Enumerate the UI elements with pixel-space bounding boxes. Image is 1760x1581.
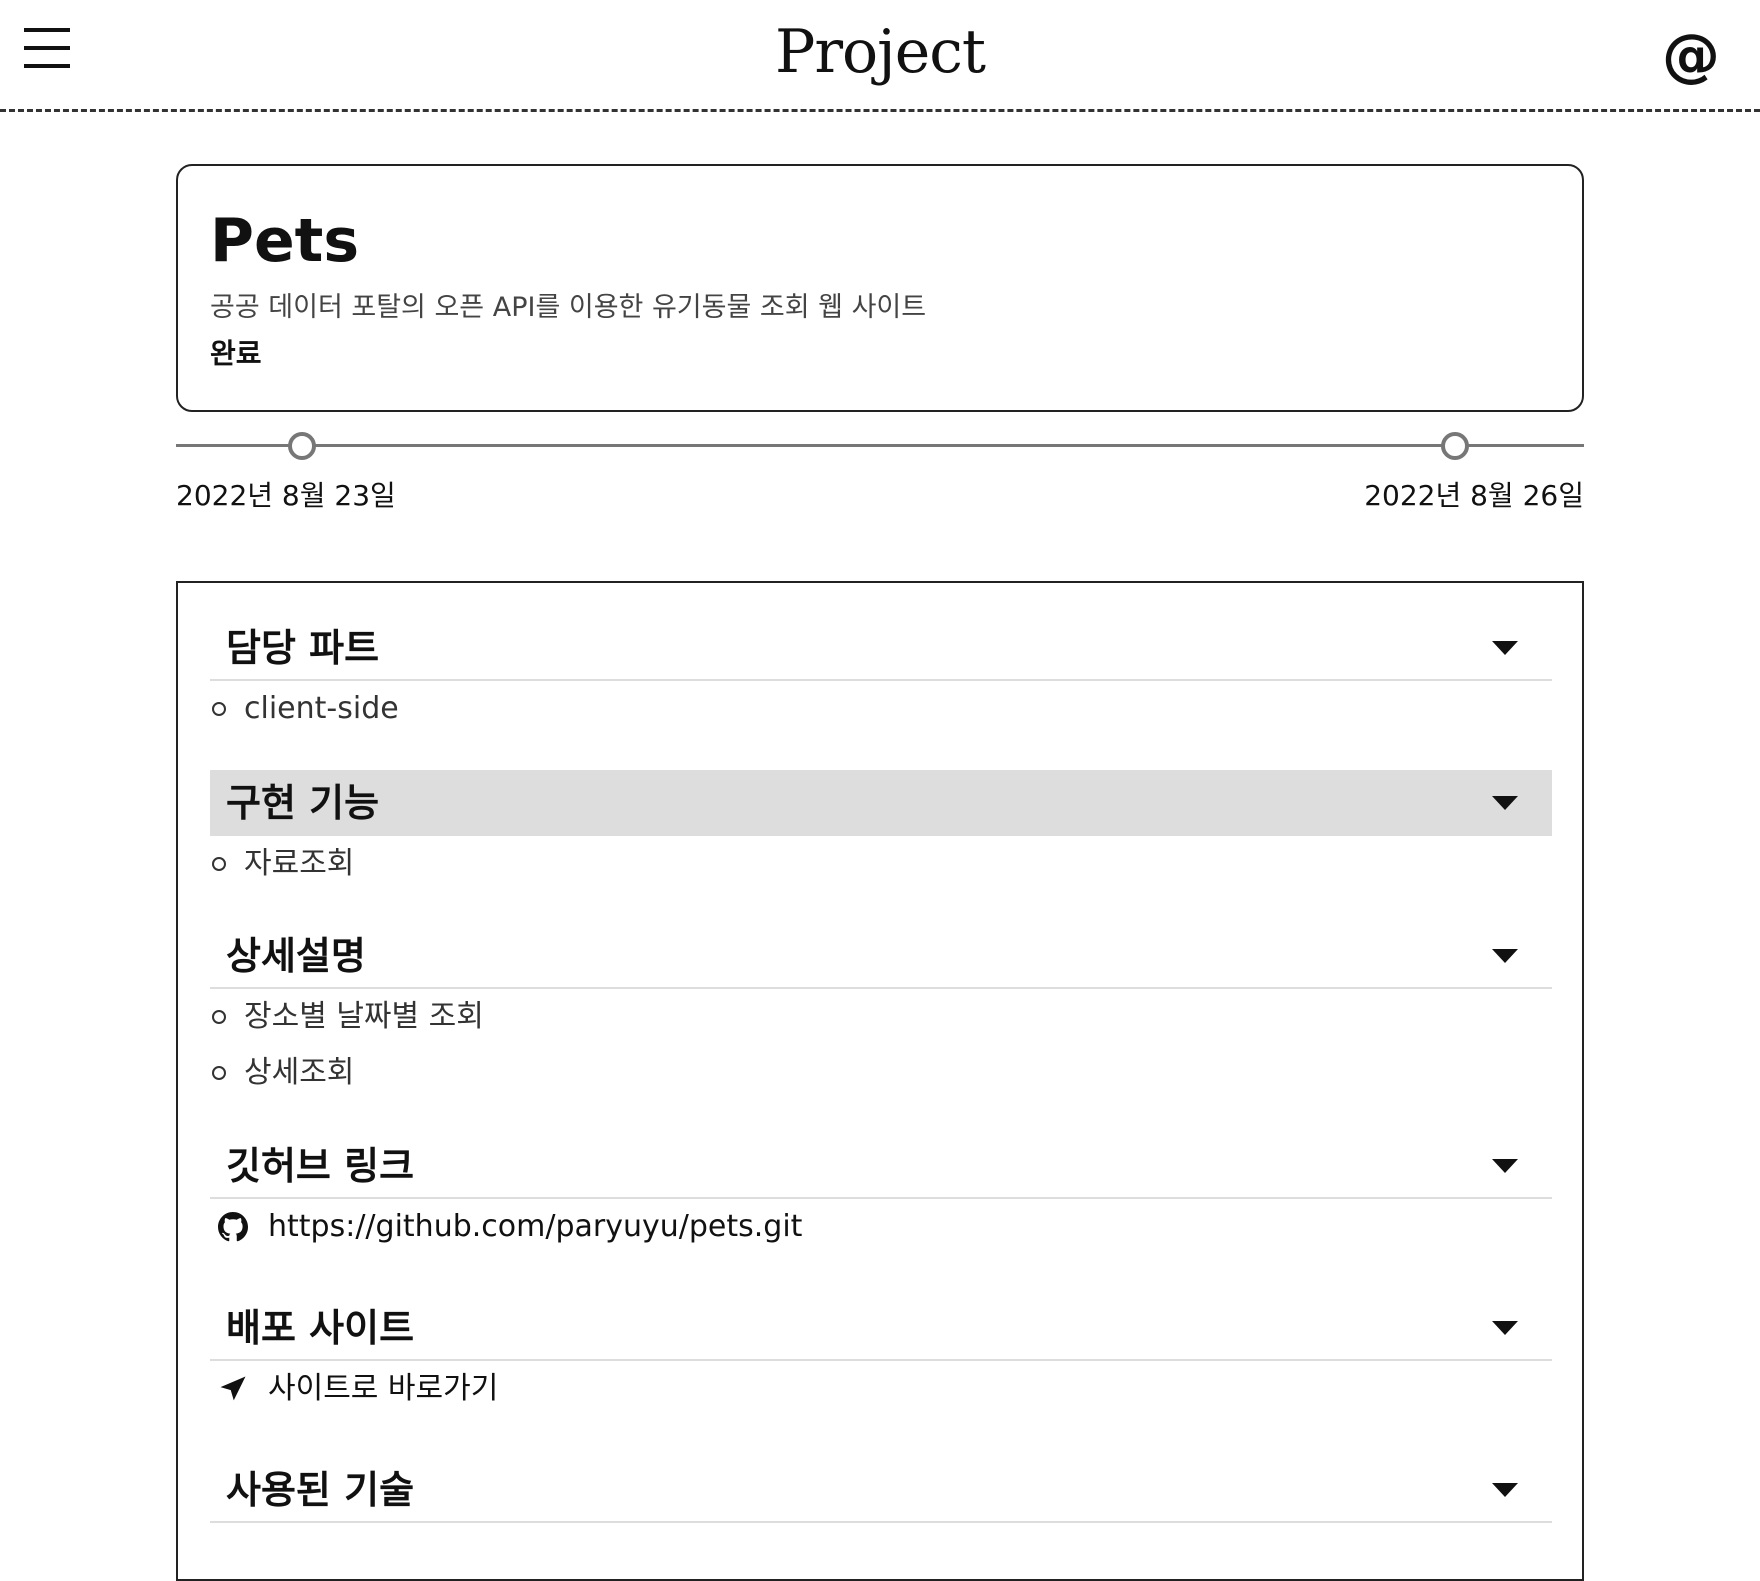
caret-down-icon <box>1492 641 1518 655</box>
section-details-title: 상세설명 <box>226 934 366 978</box>
section-deploy-title: 배포 사이트 <box>226 1306 415 1350</box>
github-icon <box>218 1212 248 1242</box>
timeline-line <box>176 444 1584 447</box>
project-status: 완료 <box>210 337 262 370</box>
section-features-header[interactable]: 구현 기능 <box>210 770 1552 836</box>
deploy-link-text[interactable]: 사이트로 바로가기 <box>268 1369 498 1409</box>
section-part-title: 담당 파트 <box>226 626 380 670</box>
section-deploy: 배포 사이트 사이트로 바로가기 <box>210 1295 1552 1417</box>
section-features: 구현 기능 자료조회 <box>210 770 1552 892</box>
github-link-text[interactable]: https://github.com/paryuyu/pets.git <box>268 1207 802 1247</box>
circle-bullet-icon <box>212 702 226 716</box>
caret-down-icon <box>1492 796 1518 810</box>
timeline-end-dot <box>1441 432 1469 460</box>
timeline-end-date: 2022년 8월 26일 <box>1364 479 1584 512</box>
section-features-title: 구현 기능 <box>226 781 380 825</box>
contact-at-icon[interactable]: @ <box>1662 20 1720 90</box>
section-github-title: 깃허브 링크 <box>226 1144 415 1188</box>
caret-down-icon <box>1492 1159 1518 1173</box>
timeline-start-dot <box>288 432 316 460</box>
circle-bullet-icon <box>212 857 226 871</box>
section-tech-header[interactable]: 사용된 기술 <box>210 1457 1552 1523</box>
list-item-text: client-side <box>244 691 399 726</box>
list-item-text: 장소별 날짜별 조회 <box>244 999 484 1034</box>
project-description: 공공 데이터 포탈의 오픈 API를 이용한 유기동물 조회 웹 사이트 <box>210 292 927 323</box>
timeline-start-date: 2022년 8월 23일 <box>176 479 396 512</box>
list-item: client-side <box>210 681 1552 737</box>
navigation-arrow-icon <box>220 1376 246 1401</box>
circle-bullet-icon <box>212 1066 226 1080</box>
caret-down-icon <box>1492 949 1518 963</box>
circle-bullet-icon <box>212 1010 226 1024</box>
list-item-text: 상세조회 <box>244 1055 355 1090</box>
list-item: 자료조회 <box>210 836 1552 892</box>
list-item-text: 자료조회 <box>244 846 355 881</box>
section-part: 담당 파트 client-side <box>210 615 1552 737</box>
github-link-item[interactable]: https://github.com/paryuyu/pets.git <box>210 1199 1552 1255</box>
caret-down-icon <box>1492 1483 1518 1497</box>
section-github-header[interactable]: 깃허브 링크 <box>210 1133 1552 1199</box>
section-deploy-header[interactable]: 배포 사이트 <box>210 1295 1552 1361</box>
project-title: Pets <box>210 206 360 276</box>
project-details-panel: 담당 파트 client-side 구현 기능 자료조회 상세설명 장소별 날짜… <box>176 581 1584 1581</box>
section-tech: 사용된 기술 <box>210 1457 1552 1523</box>
brand-title: Project <box>774 17 986 87</box>
deploy-link-item[interactable]: 사이트로 바로가기 <box>210 1361 1552 1417</box>
section-part-header[interactable]: 담당 파트 <box>210 615 1552 681</box>
list-item: 장소별 날짜별 조회 <box>210 989 1552 1045</box>
section-details-header[interactable]: 상세설명 <box>210 923 1552 989</box>
section-github: 깃허브 링크 https://github.com/paryuyu/pets.g… <box>210 1133 1552 1255</box>
section-tech-title: 사용된 기술 <box>226 1468 415 1512</box>
project-summary-card: Pets 공공 데이터 포탈의 오픈 API를 이용한 유기동물 조회 웹 사이… <box>176 164 1584 412</box>
project-timeline: 2022년 8월 23일 2022년 8월 26일 <box>176 428 1584 528</box>
top-header: Project @ <box>0 0 1760 112</box>
section-details: 상세설명 장소별 날짜별 조회 상세조회 <box>210 923 1552 1101</box>
list-item: 상세조회 <box>210 1045 1552 1101</box>
caret-down-icon <box>1492 1321 1518 1335</box>
